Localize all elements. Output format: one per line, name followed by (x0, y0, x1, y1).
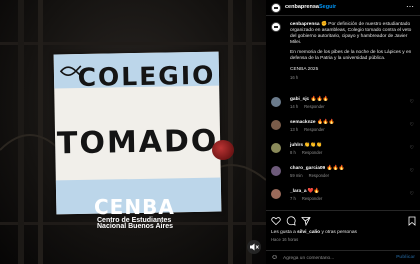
comment-time: 59 min (290, 173, 303, 178)
caption-text-3: CENBA 2025 (290, 67, 319, 72)
like-comment-icon[interactable]: ♡ (410, 122, 414, 128)
post-sidebar: cenbaprensa • Seguir ⋯ cenbaprensa ✊ Por… (266, 0, 420, 264)
comment-item: _lara_a ❤️🔥 7 h Responder ♡ (271, 189, 417, 207)
likes-summary[interactable]: Les gusta a silvi_calio y otras personas (271, 230, 357, 235)
comment-avatar[interactable] (271, 120, 281, 130)
watermark-subtitle-2: Nacional Buenos Aires (97, 223, 173, 230)
emoji-icon[interactable]: ☺ (271, 254, 278, 261)
mute-button[interactable] (247, 240, 261, 254)
protest-banner: COLEGIO TOMADO (53, 51, 222, 215)
like-comment-icon[interactable]: ♡ (410, 168, 414, 174)
likes-prefix: Les gusta a (271, 230, 296, 235)
caption-avatar[interactable] (271, 22, 281, 32)
banner-line-2: TOMADO (56, 123, 219, 162)
comment-text: ❤️🔥 (307, 189, 320, 194)
comment-avatar[interactable] (271, 189, 281, 199)
comment-composer: ☺ Publicar (266, 250, 420, 264)
comment-avatar[interactable] (271, 166, 281, 176)
reply-button[interactable]: Responder (304, 104, 325, 109)
like-comment-icon[interactable]: ♡ (410, 99, 414, 105)
comment-username[interactable]: charo_garcia09 (290, 166, 325, 171)
banner-line-1: COLEGIO (77, 60, 216, 93)
likes-suffix: y otras personas (321, 230, 357, 235)
comment-item: gabi_sjc 🔥🔥🔥 14 h Responder ♡ (271, 97, 417, 115)
caption-username[interactable]: cenbaprensa (290, 22, 320, 27)
comment-username[interactable]: gabi_sjc (290, 97, 309, 102)
comment-text: 🔥🔥🔥 (316, 120, 335, 125)
comment-time: 7 h (290, 196, 296, 201)
follow-button[interactable]: Seguir (319, 4, 336, 10)
like-comment-icon[interactable]: ♡ (410, 191, 414, 197)
comment-icon[interactable] (286, 216, 296, 226)
comment-username[interactable]: _lara_a (290, 189, 307, 194)
comment-text: 👏👏👏 (304, 143, 323, 148)
like-comment-icon[interactable]: ♡ (410, 145, 414, 151)
reply-button[interactable]: Responder (302, 196, 323, 201)
reply-button[interactable]: Responder (302, 150, 323, 155)
post-footer: Les gusta a silvi_calio y otras personas… (266, 210, 420, 264)
action-bar (271, 216, 417, 226)
comment-item: juhlrs 👏👏👏 8 h Responder ♡ (271, 143, 417, 161)
speaker-muted-icon (250, 243, 259, 251)
comment-username[interactable]: juhlrs (290, 143, 303, 148)
share-icon[interactable] (301, 216, 311, 226)
comment-time: 8 h (290, 150, 296, 155)
reply-button[interactable]: Responder (309, 173, 330, 178)
comment-time: 14 h (290, 104, 299, 109)
cenba-watermark: CENBA Centro de Estudiantes Nacional Bue… (94, 195, 175, 231)
comment-input[interactable] (283, 254, 393, 262)
header-separator: • (314, 4, 316, 10)
flower-decoration (212, 140, 234, 160)
reply-button[interactable]: Responder (304, 127, 325, 132)
comment-item: semacknze 🔥🔥🔥 13 h Responder ♡ (271, 120, 417, 138)
post-timestamp: Hace 16 horas (271, 237, 299, 242)
comment-text: 🔥🔥🔥 (310, 97, 329, 102)
comment-text: 🔥🔥🔥 (326, 166, 345, 171)
likes-user[interactable]: silvi_calio (297, 230, 320, 235)
publish-button[interactable]: Publicar (396, 255, 415, 260)
post-caption: cenbaprensa ✊ Por definición de nuestro … (271, 22, 417, 81)
bookmark-icon[interactable] (407, 216, 417, 226)
post-media[interactable]: COLEGIO TOMADO CENBA Centro de Estudiant… (0, 0, 266, 264)
comment-item: charo_garcia09 🔥🔥🔥 59 min Responder ♡ (271, 166, 417, 184)
comment-time: 13 h (290, 127, 299, 132)
comment-avatar[interactable] (271, 97, 281, 107)
comment-username[interactable]: semacknze (290, 120, 316, 125)
post-header: cenbaprensa • Seguir ⋯ (266, 0, 420, 16)
heart-icon[interactable] (271, 216, 281, 226)
more-options-icon[interactable]: ⋯ (406, 2, 414, 11)
comment-avatar[interactable] (271, 143, 281, 153)
caption-text-2: En memoria de los pibes de la noche de l… (290, 50, 412, 61)
watermark-title: CENBA (94, 195, 175, 219)
caption-time: 16 h (290, 75, 299, 80)
profile-avatar[interactable] (271, 3, 281, 13)
